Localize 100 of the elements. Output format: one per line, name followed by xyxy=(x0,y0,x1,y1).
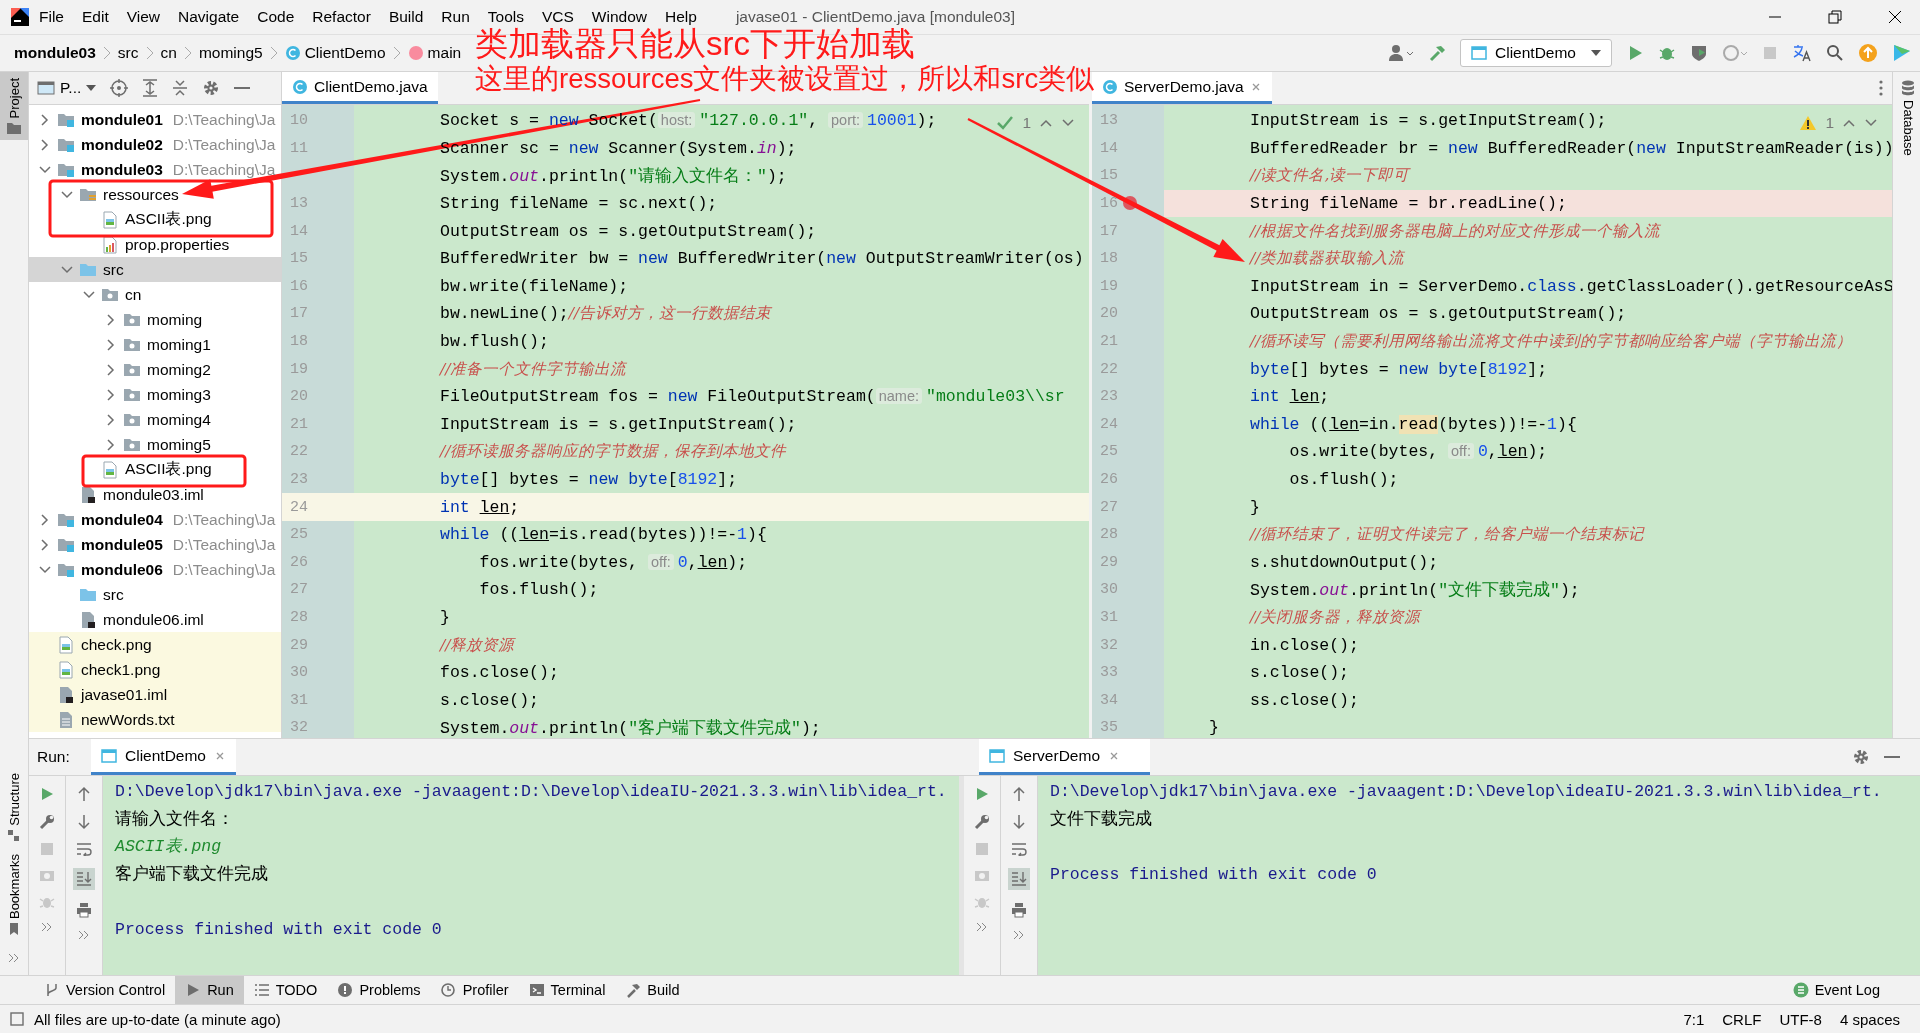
coverage-icon[interactable] xyxy=(1690,44,1708,62)
close-icon[interactable] xyxy=(1888,10,1902,24)
settings-icon[interactable] xyxy=(1852,748,1870,766)
status-item[interactable]: 4 spaces xyxy=(1839,1010,1900,1028)
menu-item[interactable]: VCS xyxy=(532,8,583,26)
tool-window-button[interactable]: Problems xyxy=(327,976,431,1004)
menu-item[interactable]: Tools xyxy=(478,8,533,26)
more-options-icon[interactable] xyxy=(1878,79,1884,97)
tree-item[interactable]: cn xyxy=(29,282,281,307)
status-item[interactable]: CRLF xyxy=(1722,1010,1762,1028)
collapse-all-icon[interactable] xyxy=(172,79,189,97)
run-configuration-dropdown[interactable]: ClientDemo xyxy=(1460,39,1612,67)
tool-window-tab[interactable]: Project xyxy=(0,72,28,141)
menu-item[interactable]: Window xyxy=(582,8,656,26)
minimize-icon[interactable] xyxy=(1884,755,1900,759)
tree-item[interactable]: moming xyxy=(29,307,281,332)
settings-icon[interactable] xyxy=(202,79,221,97)
soft-wrap-icon[interactable] xyxy=(76,842,92,856)
breadcrumb-item[interactable]: cn xyxy=(160,44,177,62)
minimize-icon[interactable] xyxy=(234,86,251,90)
tool-window-button[interactable]: Terminal xyxy=(518,976,616,1004)
tree-item[interactable]: mondule03.iml xyxy=(29,482,281,507)
tree-item[interactable]: mondule05 D:\Teaching\Ja xyxy=(29,532,281,557)
menu-item[interactable]: Run xyxy=(432,8,479,26)
tree-item[interactable]: mondule03 D:\Teaching\Ja xyxy=(29,157,281,182)
tree-item[interactable]: mondule06 D:\Teaching\Ja xyxy=(29,557,281,582)
tool-window-tab[interactable]: Database xyxy=(1894,72,1920,162)
print-icon[interactable] xyxy=(76,902,92,918)
menu-item[interactable]: Help xyxy=(656,8,706,26)
user-icon[interactable] xyxy=(1388,44,1414,62)
event-log-button[interactable]: Event Log xyxy=(1782,976,1890,1004)
status-item[interactable]: UTF-8 xyxy=(1779,1010,1822,1028)
wrench-icon[interactable] xyxy=(974,814,990,830)
previous-icon[interactable] xyxy=(1039,118,1053,128)
tree-item[interactable]: ressources xyxy=(29,182,281,207)
tree-item[interactable]: prop.properties xyxy=(29,232,281,257)
editor-tab[interactable]: ClientDemo.java xyxy=(282,72,438,104)
translate-icon[interactable] xyxy=(1792,44,1812,62)
tree-item[interactable]: moming4 xyxy=(29,407,281,432)
menu-item[interactable]: View xyxy=(117,8,170,26)
more-icon[interactable] xyxy=(41,922,53,932)
tree-item[interactable]: moming2 xyxy=(29,357,281,382)
breadcrumb-item[interactable]: src xyxy=(117,44,139,62)
tree-item[interactable]: moming1 xyxy=(29,332,281,357)
breadcrumb-item[interactable]: moming5 xyxy=(198,44,263,62)
tool-window-tab[interactable]: Structure xyxy=(0,767,28,848)
tool-window-button[interactable]: Version Control xyxy=(34,976,176,1004)
tree-item[interactable]: mondule04 D:\Teaching\Ja xyxy=(29,507,281,532)
up-arrow-icon[interactable] xyxy=(1012,786,1026,802)
tree-item[interactable]: javase01.iml xyxy=(29,682,281,707)
scroll-to-end-icon[interactable] xyxy=(73,868,95,890)
rerun-icon[interactable] xyxy=(39,786,55,802)
soft-wrap-icon[interactable] xyxy=(1011,842,1027,856)
tree-item[interactable]: ASCII表.png xyxy=(29,457,281,482)
tool-window-button[interactable]: Build xyxy=(615,976,690,1004)
project-view-dropdown[interactable]: P... xyxy=(37,79,97,97)
status-item[interactable]: 7:1 xyxy=(1683,1010,1705,1028)
more-icon[interactable] xyxy=(1013,930,1025,940)
down-arrow-icon[interactable] xyxy=(77,814,91,830)
tool-window-button[interactable]: Profiler xyxy=(430,976,519,1004)
menu-item[interactable]: Build xyxy=(379,8,433,26)
layout-icon[interactable] xyxy=(10,1012,24,1026)
tree-item[interactable]: mondule01 D:\Teaching\Ja xyxy=(29,107,281,132)
menu-item[interactable]: Edit xyxy=(73,8,118,26)
scroll-to-end-icon[interactable] xyxy=(1008,868,1030,890)
run-tab[interactable]: ServerDemo xyxy=(979,739,1150,775)
menu-item[interactable]: Navigate xyxy=(169,8,249,26)
tool-window-button[interactable]: TODO xyxy=(243,976,328,1004)
tree-item[interactable]: mondule02 D:\Teaching\Ja xyxy=(29,132,281,157)
rerun-icon[interactable] xyxy=(974,786,990,802)
breadcrumb-item[interactable]: ClientDemo xyxy=(284,44,386,62)
tree-item[interactable]: moming5 xyxy=(29,432,281,457)
tool-window-tab[interactable]: Bookmarks xyxy=(0,847,28,941)
restore-icon[interactable] xyxy=(1828,10,1842,24)
expand-all-icon[interactable] xyxy=(142,79,159,97)
tree-item[interactable]: mondule06.iml xyxy=(29,607,281,632)
tree-item[interactable]: ASCII表.png xyxy=(29,207,281,232)
breadcrumb-item[interactable]: mondule03 xyxy=(14,44,96,62)
tree-item[interactable]: check.png xyxy=(29,632,281,657)
hammer-icon[interactable] xyxy=(1428,44,1446,62)
tree-item[interactable]: src xyxy=(29,582,281,607)
menu-item[interactable]: Code xyxy=(248,8,304,26)
locate-icon[interactable] xyxy=(110,79,129,97)
tree-item[interactable]: newWords.txt xyxy=(29,707,281,732)
search-icon[interactable] xyxy=(1826,44,1844,62)
tree-item[interactable]: moming3 xyxy=(29,382,281,407)
print-icon[interactable] xyxy=(1011,902,1027,918)
more-icon[interactable] xyxy=(8,953,20,963)
up-arrow-icon[interactable] xyxy=(77,786,91,802)
breadcrumb-item[interactable]: main xyxy=(407,44,462,62)
menu-item[interactable]: File xyxy=(30,8,73,26)
next-icon[interactable] xyxy=(1864,118,1878,128)
down-arrow-icon[interactable] xyxy=(1012,814,1026,830)
more-icon[interactable] xyxy=(78,930,90,940)
wrench-icon[interactable] xyxy=(39,814,55,830)
menu-item[interactable]: Refactor xyxy=(303,8,380,26)
tree-item[interactable]: check1.png xyxy=(29,657,281,682)
tree-item[interactable]: src xyxy=(29,257,281,282)
run-tab[interactable]: ClientDemo xyxy=(91,739,236,775)
tool-window-button[interactable]: Run xyxy=(175,976,244,1004)
